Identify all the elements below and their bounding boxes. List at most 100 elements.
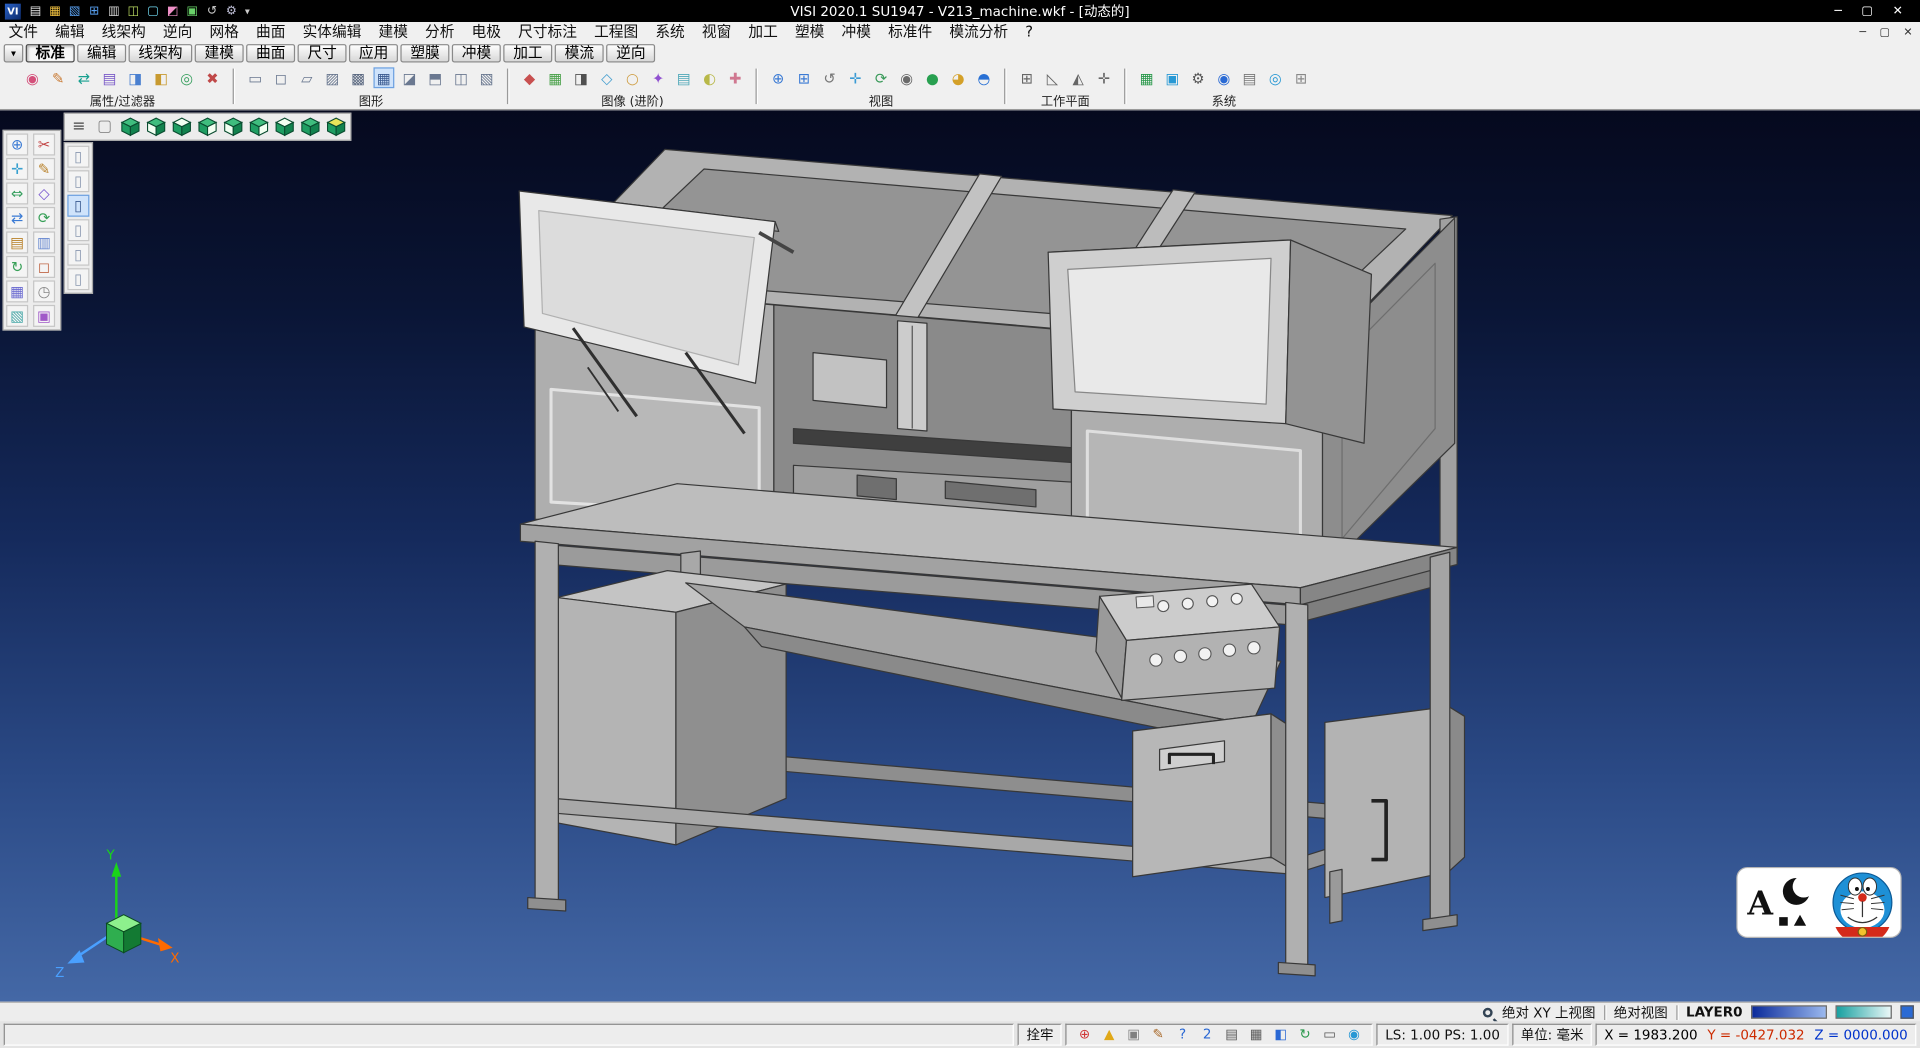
menu-item-10[interactable]: 电极 — [463, 22, 510, 43]
tab-线架构[interactable]: 线架构 — [129, 44, 193, 62]
workplane-entity-icon[interactable]: ◺ — [1042, 67, 1063, 88]
ray-trace-icon[interactable]: ✦ — [648, 67, 669, 88]
tab-标准[interactable]: 标准 — [26, 44, 75, 62]
plugins-icon[interactable]: ▣ — [33, 305, 55, 327]
menu-item-4[interactable]: 逆向 — [154, 22, 201, 43]
snap-point-icon[interactable]: ✛ — [6, 158, 28, 180]
chart-view-icon[interactable]: ◓ — [973, 67, 994, 88]
menu-item-2[interactable]: 编辑 — [47, 22, 94, 43]
system-table-icon[interactable]: ▤ — [1239, 67, 1260, 88]
system-monitor-icon[interactable]: ▣ — [1162, 67, 1183, 88]
view-back-icon[interactable] — [247, 115, 270, 138]
dynamic-pan-icon[interactable]: ⇔ — [6, 182, 28, 204]
materials-icon[interactable]: ▧ — [476, 67, 497, 88]
assist-status-icon[interactable]: 2 — [1197, 1025, 1218, 1045]
move-copy-icon[interactable]: ⇄ — [6, 207, 28, 229]
menu-item-16[interactable]: 塑模 — [786, 22, 833, 43]
doc-save-all-icon[interactable]: ⊞ — [86, 3, 103, 19]
view-menu-icon[interactable]: ≡ — [67, 115, 90, 138]
zoom-previous-icon[interactable]: ↺ — [819, 67, 840, 88]
refresh-view-icon[interactable]: ↻ — [6, 256, 28, 278]
system-grid-icon[interactable]: ▦ — [1136, 67, 1157, 88]
monitor-icon[interactable]: ▣ — [184, 3, 201, 19]
tab-模流[interactable]: 模流 — [555, 44, 604, 62]
database-icon[interactable]: ▤ — [6, 231, 28, 253]
workplane-dynamic-icon[interactable]: ✛ — [1093, 67, 1114, 88]
view-mode-label[interactable]: 绝对 XY 上视图 — [1502, 1002, 1595, 1022]
menu-item-5[interactable]: 网格 — [201, 22, 248, 43]
modify-entity-icon[interactable]: ◇ — [33, 182, 55, 204]
layer-manager-icon[interactable]: ▦ — [6, 280, 28, 302]
system-world-icon[interactable]: ◎ — [1265, 67, 1286, 88]
print-preview-icon[interactable]: ◫ — [125, 3, 142, 19]
doc-restore-button[interactable]: ▢ — [1880, 26, 1890, 38]
workplane-xy-icon[interactable]: ⊞ — [1016, 67, 1037, 88]
pie-analysis-icon[interactable]: ◕ — [948, 67, 969, 88]
cplane-entity-icon[interactable]: ▯ — [67, 244, 89, 266]
ambient-occlusion-icon[interactable]: ○ — [622, 67, 643, 88]
menu-item-18[interactable]: 标准件 — [880, 22, 941, 43]
shading-off-icon[interactable]: ◻ — [271, 67, 292, 88]
menu-item-7[interactable]: 实体编辑 — [294, 22, 370, 43]
menu-item-11[interactable]: 尺寸标注 — [510, 22, 586, 43]
sketch-pencil-icon[interactable]: ✎ — [33, 158, 55, 180]
tab-编辑[interactable]: 编辑 — [77, 44, 126, 62]
lighting-icon[interactable]: ◫ — [451, 67, 472, 88]
quick-access-dropdown-icon[interactable]: ▾ — [245, 6, 250, 17]
menu-item-1[interactable]: 文件 — [0, 22, 47, 43]
cube-status-icon[interactable]: ◧ — [1270, 1025, 1291, 1045]
shadows-icon[interactable]: ◨ — [571, 67, 592, 88]
translucent-icon[interactable]: ◪ — [399, 67, 420, 88]
tab-加工[interactable]: 加工 — [503, 44, 552, 62]
material-scale-bar[interactable] — [1836, 1005, 1892, 1018]
workplane-3points-icon[interactable]: ◭ — [1068, 67, 1089, 88]
tab-冲模[interactable]: 冲模 — [452, 44, 501, 62]
current-color-swatch[interactable] — [1900, 1005, 1913, 1018]
view-left-icon[interactable] — [222, 115, 245, 138]
perspective-view-icon[interactable]: ⬒ — [425, 67, 446, 88]
trim-cut-icon[interactable]: ✂ — [33, 133, 55, 155]
magnifier-icon[interactable] — [1482, 1007, 1492, 1017]
view-isometric-icon[interactable] — [119, 115, 142, 138]
reflections-icon[interactable]: ◇ — [596, 67, 617, 88]
menu-item-15[interactable]: 加工 — [740, 22, 787, 43]
tab-逆向[interactable]: 逆向 — [606, 44, 655, 62]
close-button[interactable]: ✕ — [1893, 4, 1903, 17]
rotate-entity-icon[interactable]: ⟳ — [33, 207, 55, 229]
zoom-select-icon[interactable]: ⊕ — [6, 133, 28, 155]
tab-尺寸[interactable]: 尺寸 — [298, 44, 347, 62]
swap-entities-icon[interactable]: ⇄ — [73, 67, 94, 88]
menu-item-14[interactable]: 视窗 — [693, 22, 740, 43]
rotate-view-icon[interactable]: ⟳ — [871, 67, 892, 88]
post-effects-icon[interactable]: ✚ — [725, 67, 746, 88]
reset-filter-icon[interactable]: ✖ — [202, 67, 223, 88]
edit-status-icon[interactable]: ✎ — [1148, 1025, 1169, 1045]
cplane-right-icon[interactable]: ▯ — [67, 195, 89, 217]
grid-status-icon[interactable]: ▦ — [1246, 1025, 1267, 1045]
pan-view-icon[interactable]: ✛ — [845, 67, 866, 88]
help-status-icon[interactable]: ? — [1172, 1025, 1193, 1045]
screenshot-icon[interactable]: ▢ — [144, 3, 161, 19]
menu-item-8[interactable]: 建模 — [370, 22, 417, 43]
globe-shade-icon[interactable]: ● — [922, 67, 943, 88]
system-snap-icon[interactable]: ◉ — [1213, 67, 1234, 88]
view-bottom-icon[interactable] — [273, 115, 296, 138]
view-right-icon[interactable] — [196, 115, 219, 138]
render-hq-icon[interactable]: ◆ — [519, 67, 540, 88]
exposure-icon[interactable]: ◐ — [699, 67, 720, 88]
palette-icon[interactable]: ◩ — [164, 3, 181, 19]
doc-open-icon[interactable]: ▦ — [47, 3, 64, 19]
maximize-button[interactable]: ▢ — [1861, 4, 1873, 17]
attr-magnet-icon[interactable]: ◉ — [22, 67, 43, 88]
hidden-line-icon[interactable]: ▨ — [322, 67, 343, 88]
viewport-canvas[interactable]: ≡▢ ⊕✂✛✎⇔◇⇄⟳▤▥↻◻▦◷▧▣ ▯▯▯▯▯▯ Y X Z A — [0, 110, 1920, 1001]
view-front-icon[interactable] — [144, 115, 167, 138]
menu-item-20[interactable]: ? — [1017, 22, 1042, 43]
color-scale-bar[interactable] — [1751, 1005, 1827, 1018]
doc-save-icon[interactable]: ▧ — [66, 3, 83, 19]
zoom-fit-icon[interactable]: ⊕ — [768, 67, 789, 88]
wireframe-icon[interactable]: ▱ — [296, 67, 317, 88]
tab-塑膜[interactable]: 塑膜 — [401, 44, 450, 62]
view-normal-icon[interactable]: ◉ — [896, 67, 917, 88]
menu-item-19[interactable]: 模流分析 — [941, 22, 1017, 43]
